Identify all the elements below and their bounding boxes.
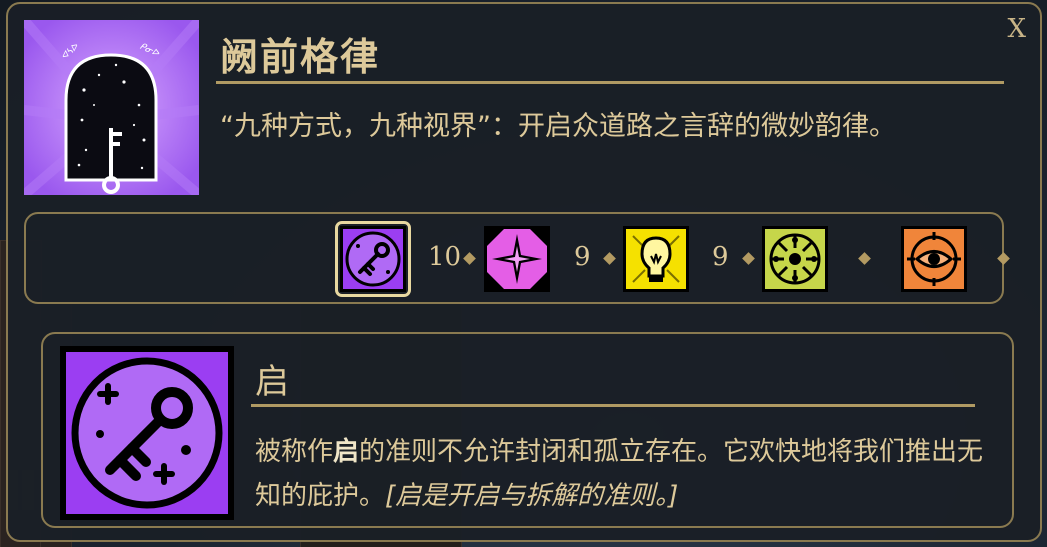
portrait-card: ᐊᓴᐅ ᑭᓂᐅ <box>24 20 199 195</box>
aspect-description: 被称作启的准则不允许封闭和孤立存在。它欢快地将我们推出无知的庇护。[启是开启与拆… <box>255 437 984 511</box>
separator-diamond <box>997 252 1010 265</box>
flavor-quote: “九种方式，九种视界”：开启众道路之言辞的微妙韵律。 <box>220 111 896 142</box>
separator-diamond <box>858 252 871 265</box>
aspect-eye-icon[interactable] <box>901 226 967 292</box>
close-button[interactable]: X <box>1007 14 1026 44</box>
separator-diamond <box>463 252 476 265</box>
aspect-star-value: 9 <box>574 242 591 272</box>
aspect-key-value: 10 <box>428 242 462 272</box>
aspect-lightbulb-value: 9 <box>712 242 729 272</box>
key-in-arch-icon: ᐊᓴᐅ ᑭᓂᐅ <box>24 20 199 195</box>
key-aspect-large-icon <box>60 346 234 520</box>
page-title: 阙前格律 <box>220 35 381 79</box>
aspect-sun-rune-icon[interactable] <box>762 226 828 292</box>
aspect-star-icon[interactable] <box>484 226 550 292</box>
aspects-bar: 10 9 9 <box>24 212 1010 304</box>
title-divider <box>216 81 1004 84</box>
aspect-title-divider <box>251 404 975 407</box>
aspect-detail-card: 启 被称作启的准则不允许封闭和孤立存在。它欢快地将我们推出无知的庇护。[启是开启… <box>41 332 1014 528</box>
separator-diamond <box>603 252 616 265</box>
separator-diamond <box>742 252 755 265</box>
aspect-key-icon[interactable] <box>335 221 411 297</box>
lore-panel: X ᐊᓴᐅ ᑭᓂᐅ 阙前格律 “九种方式，九种视界”：开启众道路之言辞的微妙韵律… <box>6 2 1042 542</box>
aspect-lightbulb-icon[interactable] <box>623 226 689 292</box>
aspect-title: 启 <box>255 362 289 402</box>
